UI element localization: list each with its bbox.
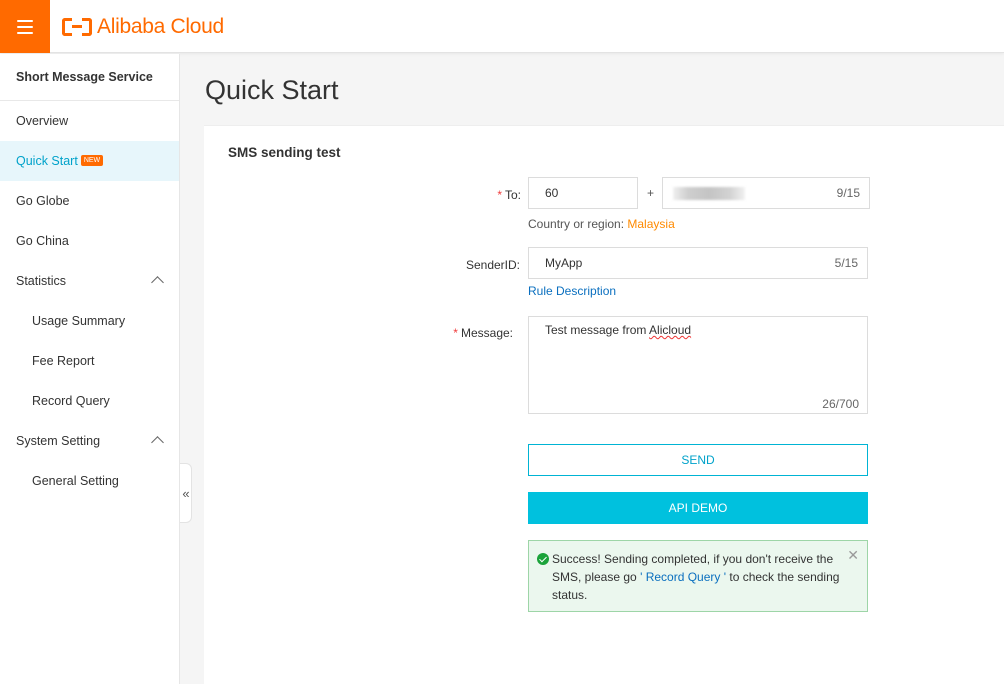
- sender-id-input[interactable]: MyApp 5/15: [528, 247, 868, 279]
- country-hint: Country or region: Malaysia: [528, 217, 675, 231]
- sidebar-item-label: Overview: [16, 114, 69, 128]
- sidebar-item-label: General Setting: [32, 474, 119, 488]
- sidebar-item-label: System Setting: [16, 434, 101, 448]
- sidebar-item-label: Record Query: [32, 394, 110, 408]
- sidebar-item-label: Fee Report: [32, 354, 95, 368]
- sidebar-item-record-query[interactable]: Record Query: [0, 381, 179, 421]
- success-alert: Success! Sending completed, if you don't…: [528, 540, 868, 612]
- sidebar-item-label: Go Globe: [16, 194, 70, 208]
- sender-id-label: SenderID:: [465, 258, 520, 272]
- message-textarea[interactable]: Test message from Alicloud 26/700: [528, 316, 868, 414]
- chevron-up-icon: [151, 436, 164, 449]
- sidebar-item-go-china[interactable]: Go China: [0, 221, 179, 261]
- sidebar-item-overview[interactable]: Overview: [0, 101, 179, 141]
- message-counter: 26/700: [822, 397, 859, 411]
- sidebar-item-label: Statistics: [16, 274, 67, 288]
- sidebar-item-label: Quick Start: [16, 154, 78, 168]
- sidebar-item-statistics[interactable]: Statistics: [0, 261, 179, 301]
- rule-description-link[interactable]: Rule Description: [528, 284, 616, 298]
- country-code-input[interactable]: 60: [528, 177, 638, 209]
- alibaba-logo-icon: [62, 17, 92, 37]
- sidebar-collapse-button[interactable]: «: [180, 463, 192, 523]
- country-code-value: 60: [545, 186, 559, 200]
- required-mark: *: [497, 188, 502, 202]
- sidebar-item-quick-start[interactable]: Quick Start NEW: [0, 141, 179, 181]
- country-name: Malaysia: [627, 217, 675, 231]
- sidebar-item-system-setting[interactable]: System Setting: [0, 421, 179, 461]
- sidebar-title: Short Message Service: [0, 54, 179, 101]
- send-button[interactable]: SEND: [528, 444, 868, 476]
- sidebar: Short Message Service Overview Quick Sta…: [0, 54, 180, 684]
- plus-separator: +: [647, 186, 655, 200]
- sidebar-item-general-setting[interactable]: General Setting: [0, 461, 179, 501]
- sidebar-item-go-globe[interactable]: Go Globe: [0, 181, 179, 221]
- section-title: SMS sending test: [228, 145, 341, 160]
- hamburger-menu-button[interactable]: [0, 0, 50, 53]
- sender-id-counter: 5/15: [834, 256, 858, 270]
- chevron-up-icon: [151, 276, 164, 289]
- api-demo-button[interactable]: API DEMO: [528, 492, 868, 524]
- close-icon[interactable]: ✕: [847, 547, 859, 564]
- sidebar-item-fee-report[interactable]: Fee Report: [0, 341, 179, 381]
- sidebar-item-label: Usage Summary: [32, 314, 126, 328]
- phone-number-counter: 9/15: [836, 186, 860, 200]
- hamburger-icon: [17, 19, 33, 34]
- brand-name: Alibaba Cloud: [97, 15, 224, 38]
- redacted-phone-number: [673, 187, 745, 200]
- required-mark: *: [453, 326, 458, 340]
- message-value: Test message from Alicloud: [545, 323, 692, 337]
- success-message: Success! Sending completed, if you don't…: [552, 552, 840, 602]
- top-bar: Alibaba Cloud: [0, 0, 1004, 53]
- to-label: * To:: [497, 188, 521, 202]
- sidebar-item-label: Go China: [16, 234, 69, 248]
- message-label: * Message:: [453, 326, 513, 340]
- sidebar-item-usage-summary[interactable]: Usage Summary: [0, 301, 179, 341]
- sms-test-card: SMS sending test * To: 60 + 9/15 Country …: [204, 125, 1004, 684]
- page-title: Quick Start: [205, 75, 339, 105]
- double-chevron-left-icon: «: [182, 485, 190, 501]
- new-badge: NEW: [80, 155, 104, 167]
- check-circle-icon: [537, 553, 549, 565]
- alibaba-cloud-logo[interactable]: Alibaba Cloud: [62, 14, 224, 40]
- sender-id-value: MyApp: [545, 256, 583, 270]
- phone-number-input[interactable]: 9/15: [662, 177, 870, 209]
- record-query-link[interactable]: ' Record Query ': [640, 570, 726, 584]
